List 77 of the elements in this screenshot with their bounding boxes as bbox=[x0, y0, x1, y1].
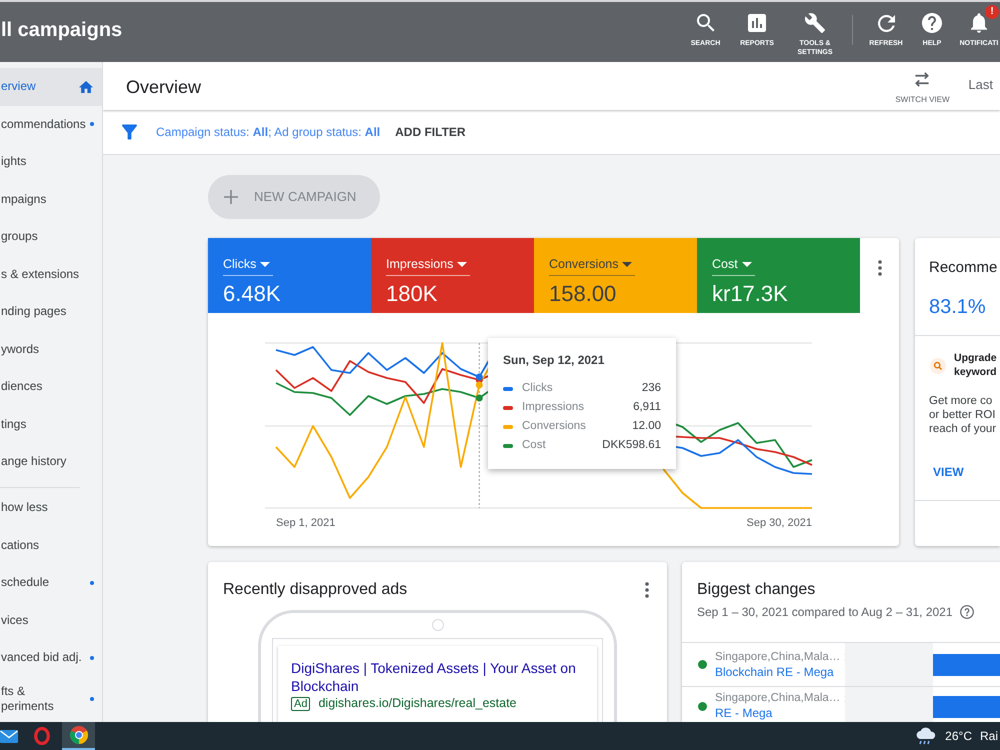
more-options-icon[interactable] bbox=[878, 260, 882, 276]
ad-headline-link[interactable]: DigiShares | Tokenized Assets | Your Asset on Blockchain bbox=[291, 659, 584, 695]
sidebar-item[interactable]: diences bbox=[0, 368, 102, 406]
temperature-text: 26°C bbox=[945, 728, 972, 745]
sidebar-item[interactable]: schedule bbox=[0, 564, 102, 602]
more-options-icon[interactable] bbox=[645, 582, 649, 598]
caret-icon bbox=[622, 262, 632, 266]
sidebar-item[interactable]: cations bbox=[0, 526, 102, 564]
filter-icon[interactable] bbox=[122, 124, 137, 140]
change-bar bbox=[933, 696, 1000, 718]
campaign-link[interactable]: RE - Mega bbox=[715, 706, 850, 721]
switch-view-button[interactable]: SWITCH VIEW bbox=[894, 71, 950, 105]
metric-dropdown[interactable]: Impressions bbox=[386, 256, 470, 276]
date-range-button[interactable]: Last bbox=[968, 77, 993, 93]
date-comparison: Sep 1 – 30, 2021 compared to Aug 2 – 31, 2021 bbox=[697, 604, 953, 620]
metric-value: kr17.3K bbox=[712, 281, 789, 307]
recommendation-text: Get more co or better ROI reach of your bbox=[928, 394, 998, 436]
recommendation-title: Upgrade keyword bbox=[954, 351, 997, 379]
camera-icon bbox=[432, 619, 444, 631]
sidebar-item[interactable]: mpaigns bbox=[0, 180, 102, 218]
rain-cloud-icon bbox=[915, 727, 938, 745]
optimization-score: 83.1% bbox=[928, 295, 987, 320]
sidebar-item[interactable]: nding pages bbox=[0, 293, 102, 330]
taskbar-app-button[interactable] bbox=[62, 722, 95, 750]
sidebar-item[interactable]: ange history bbox=[0, 443, 102, 480]
wrench-icon bbox=[805, 13, 825, 33]
metric-dropdown[interactable]: Clicks bbox=[223, 256, 274, 276]
caret-icon bbox=[742, 262, 752, 266]
axis-label: Sep 1, 2021 bbox=[276, 516, 336, 531]
sidebar-item[interactable]: vices bbox=[0, 602, 102, 639]
sidebar-item[interactable]: groups bbox=[0, 218, 102, 256]
ring-icon bbox=[34, 727, 50, 745]
metric-dropdown[interactable]: Conversions bbox=[549, 256, 636, 276]
metric-value: 180K bbox=[386, 281, 438, 307]
metric-value: 6.48K bbox=[223, 281, 282, 307]
caret-icon bbox=[457, 262, 468, 266]
page-title: ll campaigns bbox=[0, 18, 122, 42]
ad-url: digishares.io/Digishares/real_estate bbox=[318, 696, 516, 711]
campaign-link[interactable]: Blockchain RE - Mega bbox=[715, 664, 850, 680]
card-title: Biggest changes bbox=[696, 580, 816, 600]
sidebar-item[interactable]: tings bbox=[0, 406, 102, 443]
sidebar-item[interactable]: how less bbox=[0, 489, 102, 526]
swap-arrows-icon bbox=[914, 71, 930, 88]
change-bar bbox=[933, 654, 1000, 676]
sidebar-item[interactable]: commendations bbox=[0, 106, 102, 143]
envelope-icon bbox=[0, 730, 18, 742]
sidebar-item[interactable]: erview bbox=[0, 68, 102, 106]
search-icon bbox=[930, 358, 946, 374]
sidebar-item[interactable]: ywords bbox=[0, 330, 102, 368]
sidebar-item[interactable]: ights bbox=[0, 143, 102, 180]
help-icon bbox=[922, 13, 942, 33]
location-text: Singapore,China,Mala… bbox=[715, 691, 840, 706]
card-title: Recently disapproved ads bbox=[223, 580, 408, 600]
segmented-circle-icon bbox=[70, 726, 88, 744]
card-title: Recomme bbox=[928, 258, 998, 278]
add-filter-button[interactable]: ADD FILTER bbox=[395, 123, 466, 141]
plus-icon bbox=[224, 190, 238, 204]
home-icon bbox=[79, 80, 93, 93]
metric-value: 158.00 bbox=[549, 281, 618, 307]
page-title: Overview bbox=[126, 76, 202, 98]
notification-badge: ! bbox=[985, 5, 999, 19]
sidebar-item[interactable]: fts & periments bbox=[0, 676, 102, 722]
caret-icon bbox=[260, 262, 270, 266]
filter-summary-link[interactable]: Campaign status: All; Ad group status: All bbox=[156, 123, 380, 141]
search-icon bbox=[696, 14, 714, 32]
bar-chart-icon bbox=[748, 14, 766, 32]
sidebar-item[interactable]: s & extensions bbox=[0, 256, 102, 293]
axis-label: Sep 30, 2021 bbox=[746, 516, 812, 531]
bell-icon bbox=[971, 13, 987, 33]
sidebar-item[interactable]: vanced bid adj. bbox=[0, 639, 102, 676]
refresh-icon bbox=[878, 14, 894, 32]
help-icon[interactable] bbox=[960, 605, 974, 619]
weather-text: Rai bbox=[980, 728, 999, 745]
view-button[interactable]: VIEW bbox=[933, 464, 964, 480]
location-text: Singapore,China,Mala… bbox=[715, 650, 840, 664]
ad-label: Ad bbox=[291, 696, 310, 710]
metric-dropdown[interactable]: Cost bbox=[712, 256, 755, 276]
